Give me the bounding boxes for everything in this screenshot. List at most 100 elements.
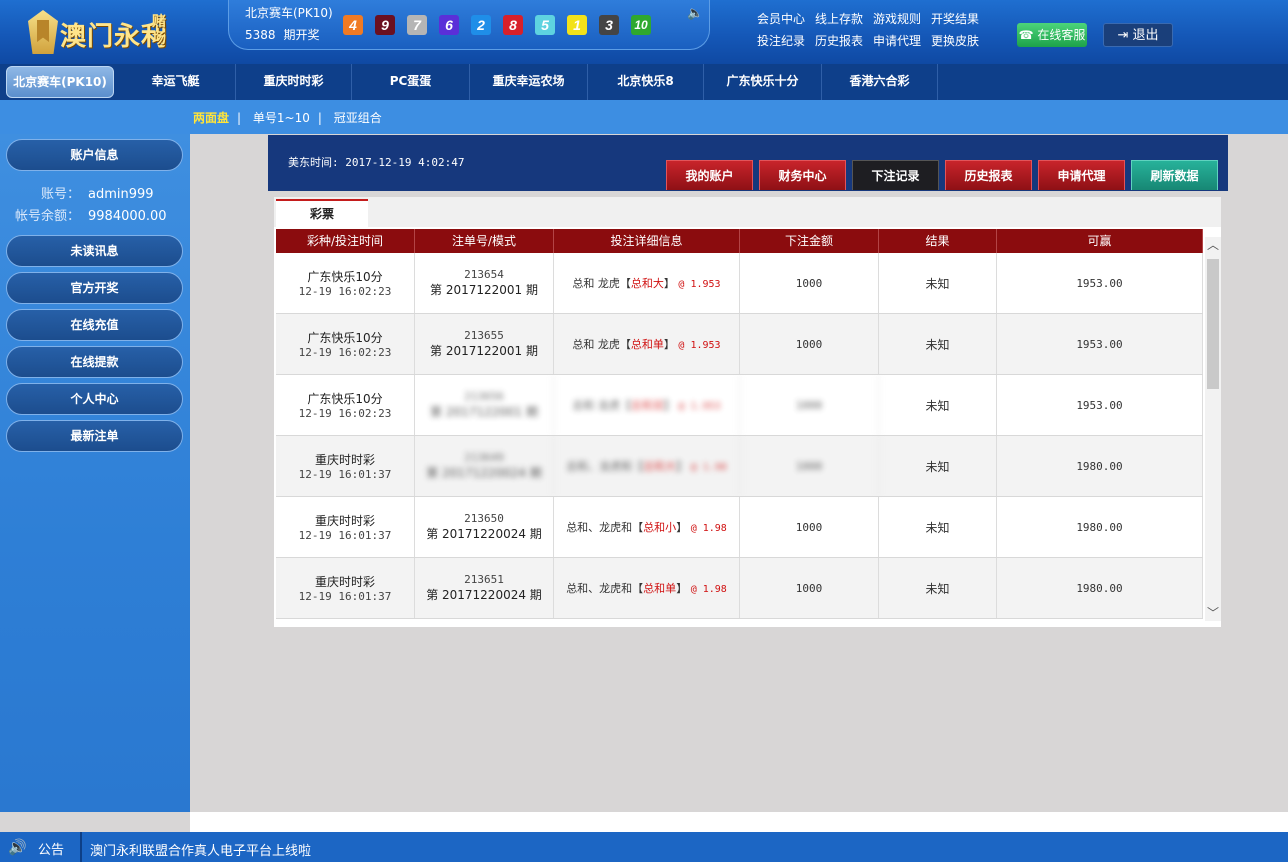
nav-tab-hk-mark6[interactable]: 香港六合彩 — [822, 64, 938, 100]
bet-period: 第 2017122001 期 — [430, 344, 538, 358]
cell-amount: 1000 — [740, 497, 879, 557]
bet-detail: 总和、龙虎和【总和单】 @ 1.98 — [566, 580, 727, 596]
sidebar-unread-messages[interactable]: 未读讯息 — [6, 235, 183, 267]
nav-tab-lucky-boat[interactable]: 幸运飞艇 — [116, 64, 236, 100]
sidebar-personal-center[interactable]: 个人中心 — [6, 383, 183, 415]
toplink-draw-results[interactable]: 开奖结果 — [931, 8, 979, 30]
bet-period: 第 2017122001 期 — [430, 283, 538, 297]
detail-odds: @ 1.98 — [690, 523, 727, 534]
tab-history-report[interactable]: 历史报表 — [945, 160, 1032, 190]
draw-ball: 2 — [471, 15, 491, 35]
sidebar: 账户信息 账号： admin999 帐号余额： 9984000.00 未读讯息 官方… — [0, 134, 190, 812]
column-header: 下注金额 — [740, 229, 879, 253]
nav-tab-pc-egg[interactable]: PC蛋蛋 — [352, 64, 470, 100]
logout-button[interactable]: ⇥ 退出 — [1103, 23, 1173, 47]
tab-finance-center[interactable]: 财务中心 — [759, 160, 846, 190]
draw-ball: 3 — [599, 15, 619, 35]
subnav-champion-combo[interactable]: 冠亚组合 — [334, 111, 382, 125]
detail-pick: 总和单 — [630, 338, 664, 351]
scroll-down-icon[interactable]: ﹀ — [1205, 605, 1221, 621]
table-scrollbar[interactable]: ︿ ﹀ — [1205, 237, 1221, 621]
detail-prefix: 总和 龙虎【 — [572, 399, 631, 412]
online-service-label: 在线客服 — [1037, 28, 1086, 42]
tab-bet-records[interactable]: 下注记录 — [852, 160, 939, 190]
eastern-time: 美东时间: 2017-12-19 4:02:47 — [288, 156, 465, 169]
bet-period: 第 20171220024 期 — [426, 466, 542, 480]
draw-ball: 6 — [439, 15, 459, 35]
bet-number: 213654 — [464, 268, 504, 281]
detail-suffix: 】 — [676, 460, 688, 473]
cell-bet-number: 213649 第 20171220024 期 — [415, 436, 554, 496]
column-header: 可赢 — [997, 229, 1203, 253]
cell-bet-detail: 总和、龙虎和【总和单】 @ 1.98 — [554, 558, 740, 618]
cell-bet-detail: 总和 龙虎【总和双】 @ 1.953 — [554, 375, 740, 435]
cell-bet-detail: 总和 龙虎【总和单】 @ 1.953 — [554, 314, 740, 374]
toplink-game-rules[interactable]: 游戏规则 — [873, 8, 921, 30]
online-service-button[interactable]: ☎ 在线客服 — [1017, 23, 1087, 47]
balance-label: 帐号余额： — [14, 209, 80, 224]
speaker-icon[interactable]: 🔈 — [687, 6, 705, 21]
cell-game-time: 广东快乐10分 12-19 16:02:23 — [276, 253, 415, 313]
nav-tab-bj-kl8[interactable]: 北京快乐8 — [588, 64, 704, 100]
detail-prefix: 总和 龙虎【 — [572, 338, 631, 351]
nav-tab-cq-farm[interactable]: 重庆幸运农场 — [470, 64, 588, 100]
subnav-two-sided[interactable]: 两面盘 — [193, 111, 229, 125]
cell-amount: 1000 — [740, 558, 879, 618]
cell-win: 1953.00 — [997, 253, 1203, 313]
bet-detail: 总和 龙虎【总和双】 @ 1.953 — [572, 397, 720, 413]
detail-odds: @ 1.953 — [678, 340, 721, 351]
subnav-single-number[interactable]: 单号1~10 — [253, 111, 310, 125]
sidebar-online-deposit[interactable]: 在线充值 — [6, 309, 183, 341]
main-header: 美东时间: 2017-12-19 4:02:47 我的账户 财务中心 下注记录 … — [268, 135, 1228, 191]
announcement-message[interactable]: 澳门永利联盟合作真人电子平台上线啦 — [90, 840, 311, 859]
tab-apply-agent[interactable]: 申请代理 — [1038, 160, 1125, 190]
draw-ball: 4 — [343, 15, 363, 35]
logout-icon: ⇥ — [1117, 28, 1129, 43]
draw-ball: 7 — [407, 15, 427, 35]
cell-bet-number: 213654 第 2017122001 期 — [415, 253, 554, 313]
refresh-data-button[interactable]: 刷新数据 — [1131, 160, 1218, 190]
toplink-change-skin[interactable]: 更换皮肤 — [931, 30, 979, 52]
draw-ball: 9 — [375, 15, 395, 35]
nav-tab-pk10[interactable]: 北京赛车(PK10) — [6, 66, 114, 98]
sidebar-online-withdraw[interactable]: 在线提款 — [6, 346, 183, 378]
game-name: 广东快乐10分 — [307, 331, 383, 345]
cell-result: 未知 — [879, 253, 997, 313]
detail-odds: @ 1.953 — [678, 279, 721, 290]
cell-amount: 1000 — [740, 314, 879, 374]
account-label: 账号： — [40, 187, 80, 202]
sidebar-official-draw[interactable]: 官方开奖 — [6, 272, 183, 304]
panel-tabbar: 彩票 — [274, 197, 1221, 227]
nav-tab-cq-ssc[interactable]: 重庆时时彩 — [236, 64, 352, 100]
toplink-apply-agent[interactable]: 申请代理 — [873, 30, 921, 52]
cell-amount: 1000 — [740, 253, 879, 313]
tab-my-account[interactable]: 我的账户 — [666, 160, 753, 190]
toplink-history-report[interactable]: 历史报表 — [815, 30, 863, 52]
bet-detail: 总和 龙虎【总和大】 @ 1.953 — [572, 275, 720, 291]
detail-odds: @ 1.953 — [678, 401, 721, 412]
scroll-up-icon[interactable]: ︿ — [1205, 237, 1221, 253]
detail-suffix: 】 — [663, 399, 675, 412]
column-header: 结果 — [879, 229, 997, 253]
toplink-online-deposit[interactable]: 线上存款 — [815, 8, 863, 30]
bet-detail: 总和、龙虎和【总和小】 @ 1.98 — [566, 519, 727, 535]
bet-records-panel: 彩票 彩种/投注时间 注单号/模式 投注详细信息 下注金额 结果 可赢 广东快乐10分 12… — [274, 197, 1221, 627]
toplink-member-center[interactable]: 会员中心 — [757, 8, 805, 30]
draw-balls: 4 9 7 6 2 8 5 1 3 10 — [343, 15, 651, 35]
draw-ball: 10 — [631, 15, 651, 35]
bet-number: 213649 — [464, 451, 504, 464]
nav-tab-gd-kl10[interactable]: 广东快乐十分 — [704, 64, 822, 100]
table-row: 重庆时时彩 12-19 16:01:37 213650 第 20171220024 期… — [276, 497, 1203, 558]
account-info-button[interactable]: 账户信息 — [6, 139, 183, 171]
toplink-bet-records[interactable]: 投注纪录 — [757, 30, 805, 52]
logo[interactable]: 澳门永利 赌场 — [24, 8, 194, 58]
cell-amount: 1000 — [740, 375, 879, 435]
top-links: 会员中心 线上存款 游戏规则 开奖结果投注纪录 历史报表 申请代理 更换皮肤 — [757, 8, 1007, 52]
sidebar-latest-bets[interactable]: 最新注单 — [6, 420, 183, 452]
tab-lottery[interactable]: 彩票 — [276, 199, 368, 227]
detail-odds: @ 1.98 — [690, 584, 727, 595]
draw-ball: 5 — [535, 15, 555, 35]
bet-time: 12-19 16:01:37 — [298, 468, 392, 481]
scroll-thumb[interactable] — [1207, 259, 1219, 389]
brand-suffix: 赌场 — [152, 14, 166, 47]
